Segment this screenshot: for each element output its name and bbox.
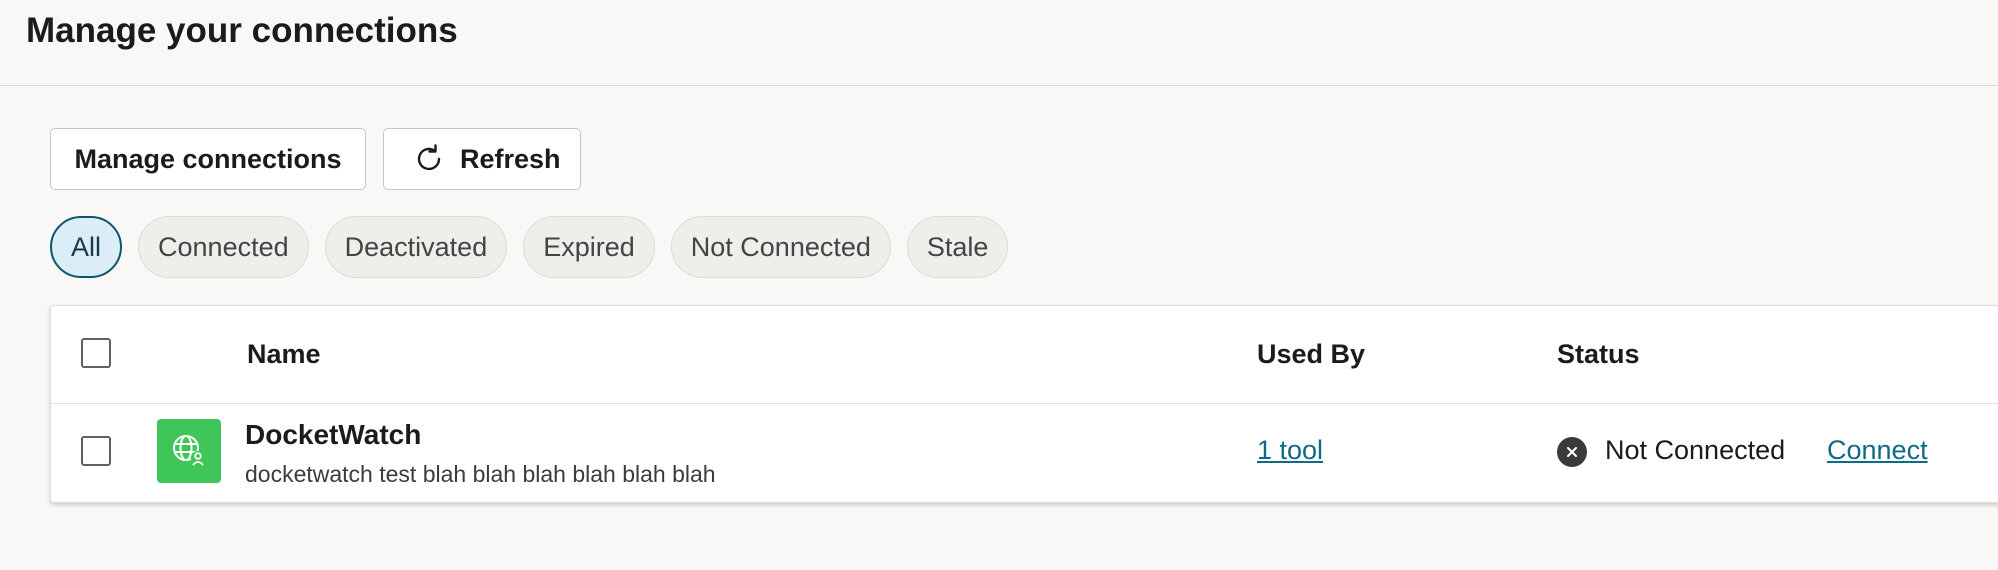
- filter-pill-expired[interactable]: Expired: [523, 216, 655, 278]
- refresh-button[interactable]: Refresh: [383, 128, 581, 190]
- filter-pill-deactivated[interactable]: Deactivated: [324, 216, 508, 278]
- row-select-checkbox[interactable]: [81, 436, 111, 466]
- connect-link[interactable]: Connect: [1827, 435, 1928, 466]
- error-circle-icon: [1557, 437, 1587, 467]
- toolbar: Manage connections Refresh: [50, 128, 581, 190]
- table-header-row: Name Used By Status: [51, 306, 1998, 404]
- filter-pill-not-connected[interactable]: Not Connected: [670, 216, 891, 278]
- used-by-link[interactable]: 1 tool: [1257, 435, 1323, 466]
- filter-pill-connected[interactable]: Connected: [138, 216, 309, 278]
- filter-pill-stale[interactable]: Stale: [906, 216, 1009, 278]
- manage-connections-button[interactable]: Manage connections: [50, 128, 366, 190]
- manage-connections-label: Manage connections: [74, 143, 342, 174]
- column-header-name[interactable]: Name: [247, 339, 321, 370]
- globe-user-icon: [157, 419, 221, 483]
- status-filter-pills: All Connected Deactivated Expired Not Co…: [50, 216, 1009, 278]
- refresh-label: Refresh: [460, 143, 561, 174]
- filter-pill-all[interactable]: All: [50, 216, 123, 278]
- connections-table: Name Used By Status DocketWatch docketwa…: [50, 305, 1998, 503]
- refresh-icon: [412, 142, 446, 176]
- status-text: Not Connected: [1605, 435, 1786, 465]
- column-header-used-by[interactable]: Used By: [1257, 339, 1365, 370]
- connection-description: docketwatch test blah blah blah blah bla…: [245, 461, 716, 487]
- connection-name: DocketWatch: [245, 419, 422, 450]
- page-header: Manage your connections: [0, 0, 1998, 86]
- page-title: Manage your connections: [26, 11, 458, 50]
- column-header-status[interactable]: Status: [1557, 339, 1640, 370]
- select-all-checkbox[interactable]: [81, 338, 111, 368]
